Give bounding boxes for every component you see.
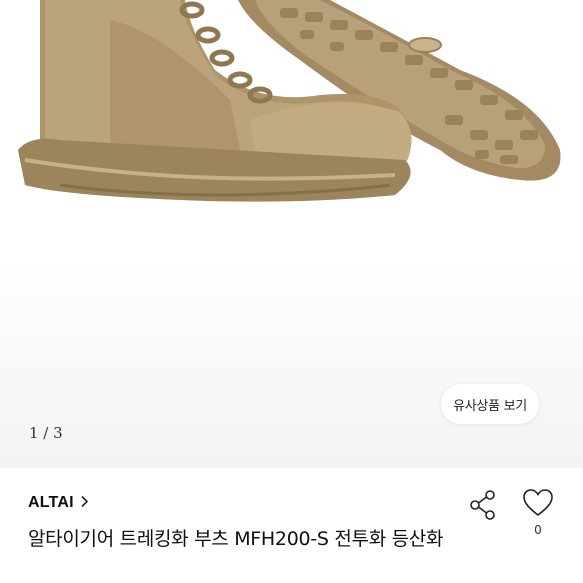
heart-icon (523, 489, 553, 517)
product-page: 유사상품 보기 1 / 3 ALTAI 알타이기어 트레킹화 부츠 MFH200… (0, 0, 583, 583)
share-button[interactable] (466, 488, 500, 522)
like-count: 0 (534, 523, 542, 537)
product-info: ALTAI 알타이기어 트레킹화 부츠 MFH200-S 전투화 등산화 0 (0, 468, 583, 583)
brand-link[interactable]: ALTAI (28, 494, 89, 512)
like-button[interactable]: 0 (521, 488, 555, 538)
image-pager: 1 / 3 (29, 424, 63, 442)
product-title: 알타이기어 트레킹화 부츠 MFH200-S 전투화 등산화 (28, 528, 444, 550)
chevron-right-icon (80, 495, 89, 512)
brand-name: ALTAI (28, 494, 74, 511)
similar-products-label: 유사상품 보기 (453, 398, 527, 414)
similar-products-button[interactable]: 유사상품 보기 (441, 384, 539, 424)
product-image-carousel[interactable]: 유사상품 보기 1 / 3 (0, 0, 583, 468)
share-icon (470, 490, 495, 520)
